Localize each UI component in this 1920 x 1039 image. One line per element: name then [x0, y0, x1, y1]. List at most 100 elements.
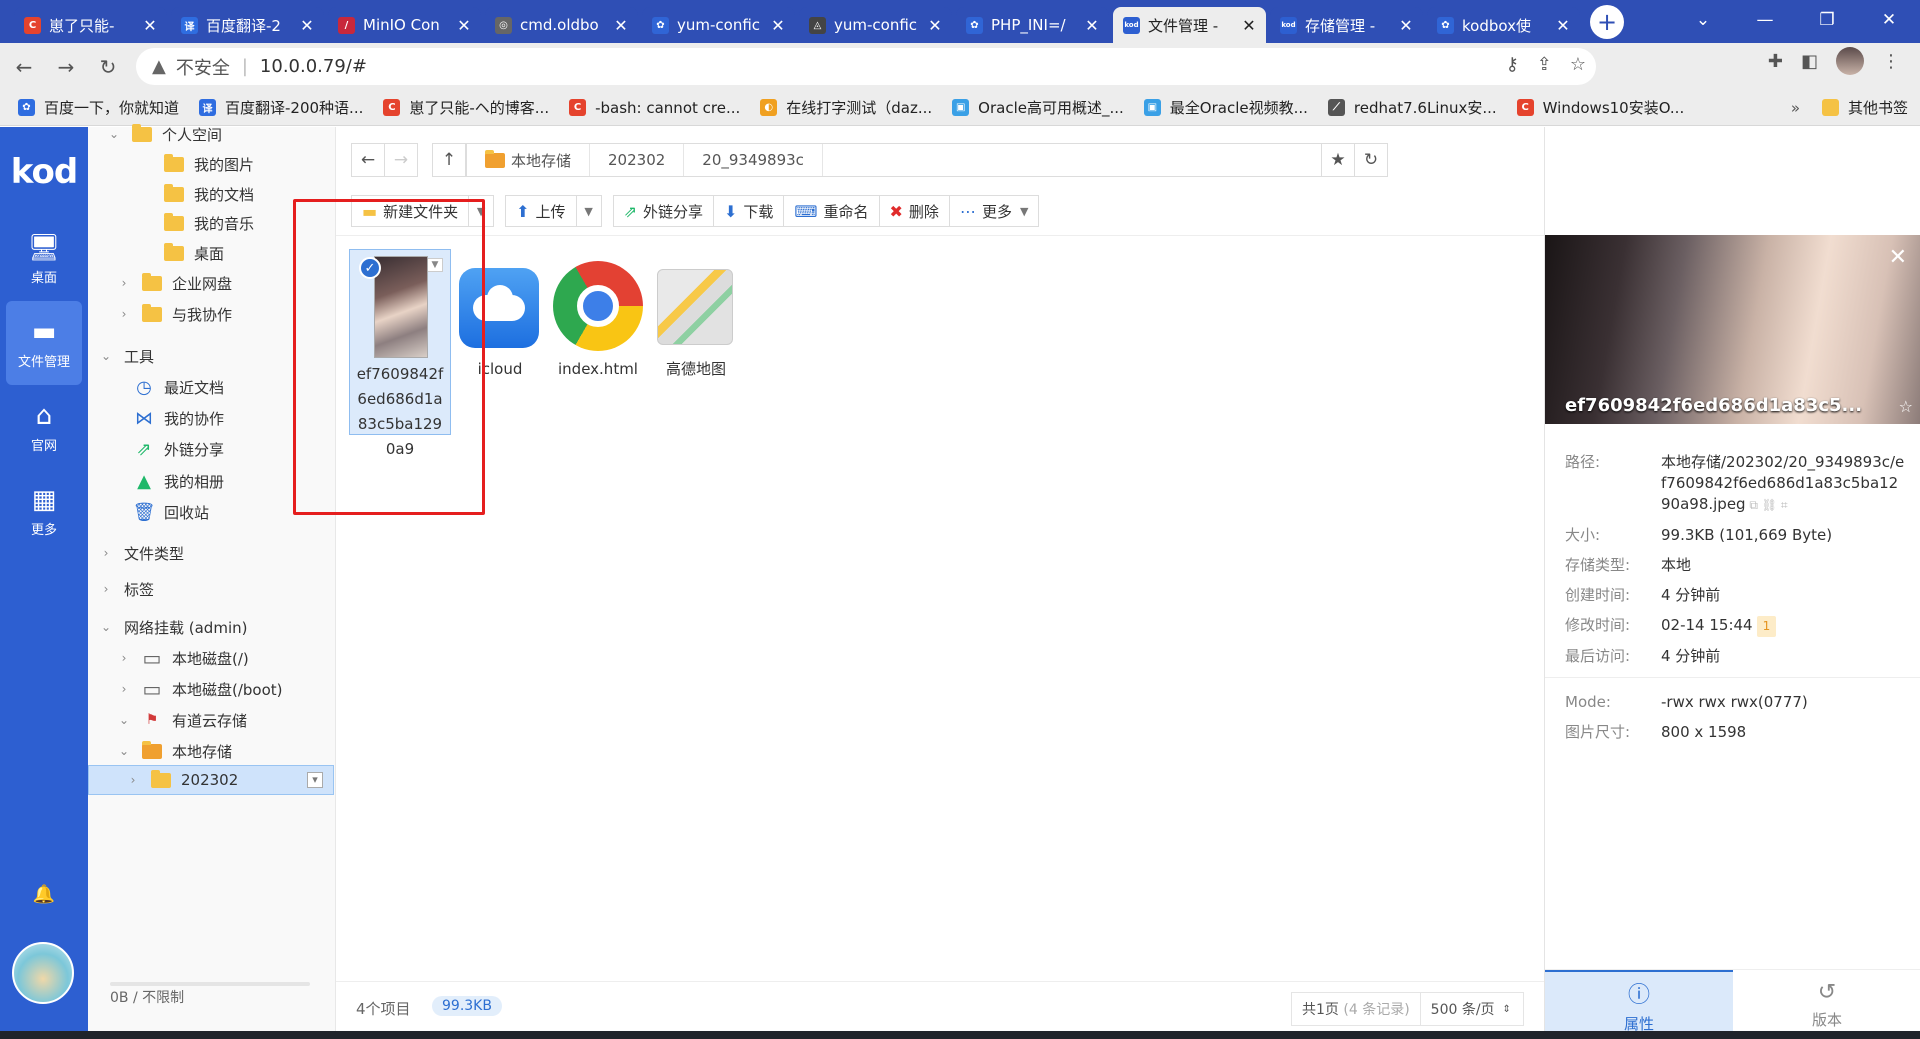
nav-grid[interactable]: ▦ 更多: [6, 469, 82, 553]
other-bookmarks[interactable]: 其他书签: [1821, 97, 1908, 118]
kebab-menu-icon[interactable]: ⋮: [1882, 51, 1900, 72]
image-preview[interactable]: ✕ ef7609842f6ed686d1a83c5... ☆: [1545, 235, 1920, 424]
kod-logo[interactable]: kod: [0, 127, 88, 217]
breadcrumb-item[interactable]: 202302: [590, 144, 685, 176]
url-text[interactable]: 10.0.0.79/#: [260, 56, 367, 77]
delete-button[interactable]: ✖ 删除: [878, 195, 950, 227]
bookmark-item[interactable]: ▣ 最全Oracle视频教...: [1143, 97, 1308, 118]
bookmark-item[interactable]: ◐ 在线打字测试（daz...: [760, 97, 932, 118]
forward-nav-button[interactable]: →: [384, 143, 418, 177]
tab-search-icon[interactable]: ⌄: [1672, 0, 1734, 40]
bookmark-item[interactable]: C Windows10安装O...: [1516, 97, 1684, 118]
tree-item[interactable]: ⇗ 外链分享: [134, 434, 224, 464]
tab-close-icon[interactable]: ✕: [143, 16, 157, 35]
address-bar[interactable]: ▲ 不安全 | 10.0.0.79/# ⚷ ⇪ ☆: [136, 48, 1596, 85]
profile-avatar[interactable]: [1836, 47, 1864, 75]
per-page-select[interactable]: 500 条/页 ⇕: [1421, 999, 1521, 1019]
browser-tab[interactable]: / MinIO Con ✕: [328, 7, 481, 43]
browser-tab[interactable]: kod 文件管理 - ✕: [1113, 7, 1266, 43]
tree-item[interactable]: › 与我协作: [116, 299, 232, 329]
copy-icon[interactable]: ⧉ ⛓ ⌗: [1746, 498, 1787, 512]
history-badge[interactable]: 1: [1756, 616, 1777, 637]
panel-tab[interactable]: ↺ 版本: [1733, 970, 1920, 1039]
panel-tab[interactable]: ⓘ 属性: [1545, 970, 1733, 1039]
tab-close-icon[interactable]: ✕: [1085, 16, 1099, 35]
bookmark-item[interactable]: ⟋ redhat7.6Linux安...: [1327, 97, 1497, 118]
tree-item[interactable]: ▲ 我的相册: [134, 466, 224, 496]
chevron-right-icon[interactable]: ›: [116, 307, 132, 321]
download-button[interactable]: ⬇ 下载: [712, 195, 785, 227]
tab-close-icon[interactable]: ✕: [300, 16, 314, 35]
share-button[interactable]: ⇗ 外链分享: [612, 195, 714, 227]
puzzle-icon[interactable]: ✚: [1768, 51, 1783, 72]
tree-item[interactable]: ⌄ ⚑ 有道云存储: [116, 705, 247, 735]
close-icon[interactable]: ✕: [1889, 245, 1907, 270]
sidepanel-icon[interactable]: ◧: [1801, 51, 1818, 72]
refresh-button[interactable]: ↻: [1354, 143, 1388, 177]
tab-close-icon[interactable]: ✕: [457, 16, 471, 35]
warning-icon[interactable]: ▲: [152, 56, 166, 77]
tree-item[interactable]: 🗑 回收站: [133, 497, 209, 527]
tree-item[interactable]: 桌面: [138, 238, 224, 268]
tree-item[interactable]: 我的图片: [138, 149, 254, 179]
browser-tab[interactable]: ◎ cmd.oldbo ✕: [485, 7, 638, 43]
new-tab-button[interactable]: +: [1590, 5, 1624, 39]
check-icon[interactable]: ✓: [359, 257, 381, 279]
chevron-down-icon[interactable]: ⌄: [98, 349, 114, 363]
nav-monitor[interactable]: 🖥 桌面: [6, 217, 82, 301]
chevron-right-icon[interactable]: ›: [98, 582, 114, 596]
bell-icon[interactable]: 🔔: [0, 884, 88, 905]
browser-tab[interactable]: ✿ yum-confic ✕: [642, 7, 795, 43]
bookmark-item[interactable]: C 崽了只能-ヘ的博客...: [383, 97, 549, 118]
favorite-star-button[interactable]: ★: [1321, 143, 1355, 177]
bookmark-item[interactable]: 译百度翻译-200种语...: [199, 97, 363, 118]
chevron-down-icon[interactable]: ⌄: [98, 620, 114, 634]
tree-item[interactable]: ⋈ 我的协作: [134, 403, 224, 433]
reload-button[interactable]: ↻: [90, 49, 126, 85]
browser-tab[interactable]: C 崽了只能- ✕: [14, 7, 167, 43]
bookmark-item[interactable]: ▣ Oracle高可用概述_...: [952, 97, 1124, 118]
tree-item[interactable]: › 文件类型: [98, 538, 184, 568]
back-button[interactable]: ←: [6, 49, 42, 85]
tree-item[interactable]: ⌄ 工具: [98, 341, 154, 371]
share-icon[interactable]: ⇪: [1537, 54, 1552, 75]
chevron-right-icon[interactable]: ›: [125, 773, 141, 787]
bookmarks-overflow-icon[interactable]: »: [1791, 99, 1800, 117]
breadcrumb-item[interactable]: 本地存储: [467, 144, 591, 176]
tree-item[interactable]: ◷ 最近文档: [134, 372, 224, 402]
close-window-button[interactable]: ✕: [1858, 0, 1920, 40]
key-icon[interactable]: ⚷: [1506, 54, 1519, 75]
tree-item[interactable]: › ▭ 本地磁盘(/boot): [116, 674, 283, 704]
tab-close-icon[interactable]: ✕: [1242, 16, 1256, 35]
rename-button[interactable]: ⌨ 重命名: [783, 195, 880, 227]
tab-close-icon[interactable]: ✕: [771, 16, 785, 35]
tree-item[interactable]: ⌄ 网络挂载 (admin): [98, 612, 248, 642]
tree-item[interactable]: 我的文档: [138, 179, 254, 209]
forward-button[interactable]: →: [48, 49, 84, 85]
chevron-right-icon[interactable]: ›: [98, 546, 114, 560]
chevron-right-icon[interactable]: ›: [116, 682, 132, 696]
breadcrumb-item[interactable]: 20_9349893c: [684, 144, 823, 176]
browser-tab[interactable]: ◬ yum-confic ✕: [799, 7, 952, 43]
bookmark-star-icon[interactable]: ☆: [1570, 54, 1586, 75]
star-icon[interactable]: ☆: [1899, 397, 1913, 416]
back-nav-button[interactable]: ←: [351, 143, 385, 177]
tab-close-icon[interactable]: ✕: [614, 16, 628, 35]
file-item[interactable]: index.html: [547, 249, 649, 435]
up-level-button[interactable]: ↑: [432, 143, 466, 177]
chevron-right-icon[interactable]: ›: [116, 651, 132, 665]
nav-folder[interactable]: ▬ 文件管理: [6, 301, 82, 385]
maximize-button[interactable]: ❐: [1796, 0, 1858, 40]
file-item[interactable]: 高德地图: [645, 249, 747, 435]
chevron-down-icon[interactable]: ⌄: [116, 744, 132, 758]
browser-tab[interactable]: 译百度翻译-2 ✕: [171, 7, 324, 43]
chevron-right-icon[interactable]: ›: [116, 276, 132, 290]
browser-tab[interactable]: ✿ kodbox使 ✕: [1427, 7, 1580, 43]
user-avatar[interactable]: [12, 942, 74, 1004]
upload-button[interactable]: ⬆ 上传: [505, 195, 577, 227]
collapse-icon[interactable]: ⌄: [106, 127, 122, 141]
more-button[interactable]: ⋯ 更多 ▼: [948, 195, 1040, 227]
bookmark-item[interactable]: ✿ 百度一下，你就知道: [18, 97, 179, 118]
tree-item[interactable]: › 企业网盘: [116, 268, 232, 298]
tree-item[interactable]: › 202302 ▾: [88, 765, 334, 795]
